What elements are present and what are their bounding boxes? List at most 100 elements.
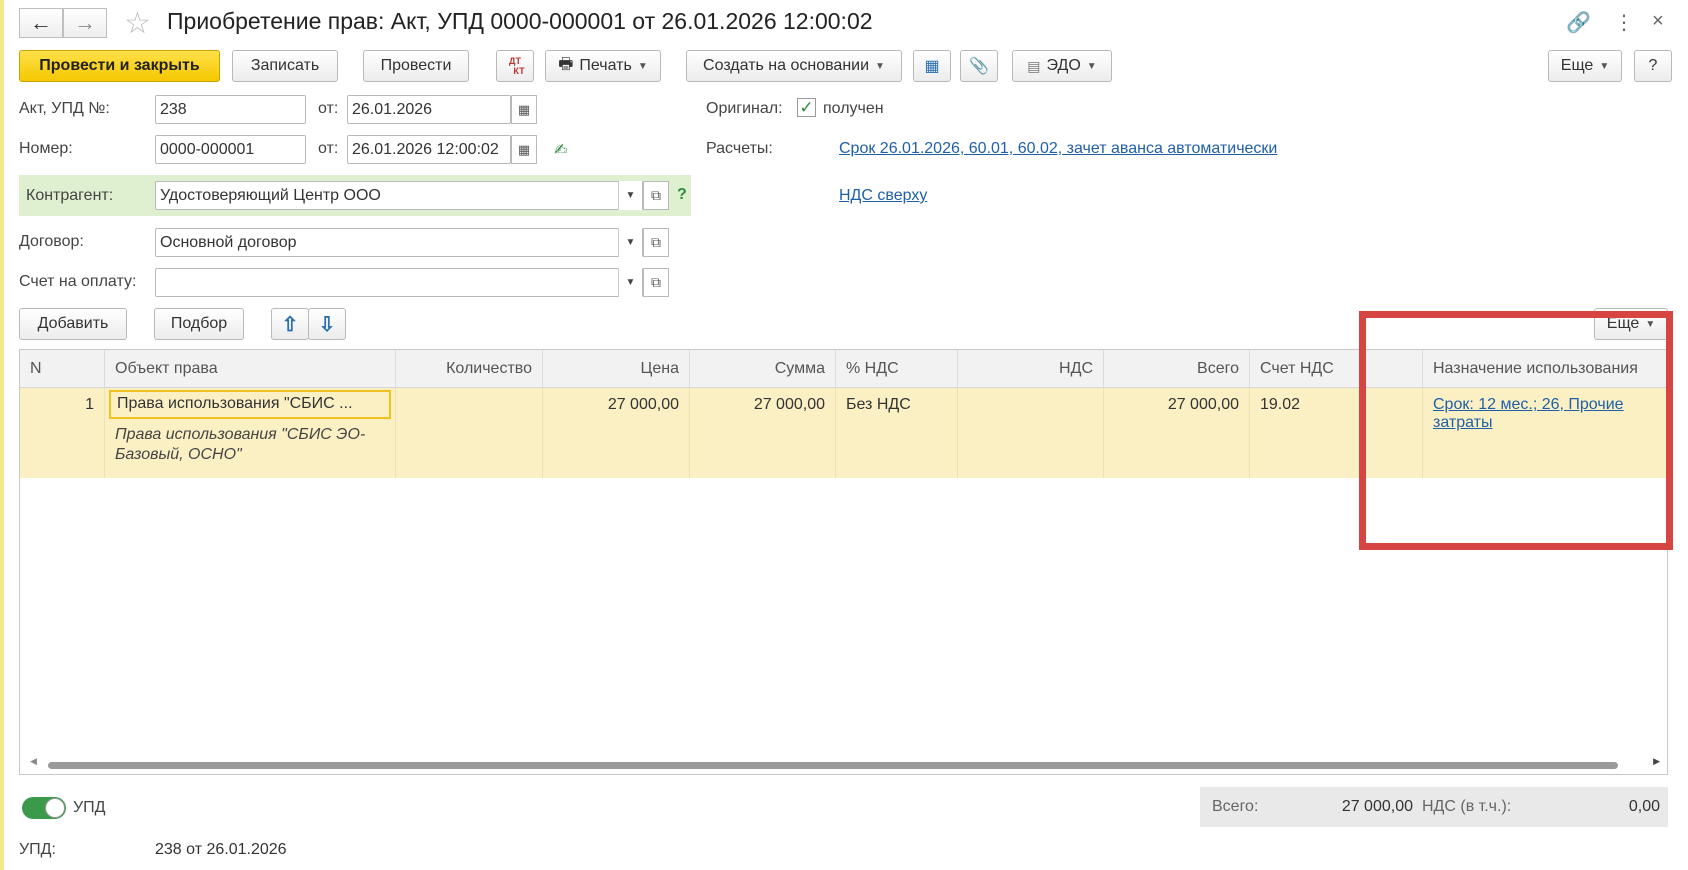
col-vat[interactable]: НДС <box>958 350 1104 388</box>
more-vertical-icon[interactable]: ⋮ <box>1614 10 1634 35</box>
object-value[interactable]: Права использования "СБИС ... <box>109 390 391 419</box>
attachments-button[interactable]: 📎 <box>960 50 998 82</box>
create-based-on-button[interactable]: Создать на основании ▼ <box>686 50 902 82</box>
forward-button[interactable]: → <box>63 8 107 38</box>
invoice-label: Счет на оплату: <box>19 273 137 290</box>
calendar-icon[interactable]: ▦ <box>511 95 537 124</box>
col-sum[interactable]: Сумма <box>690 350 836 388</box>
col-vat-rate[interactable]: % НДС <box>836 350 958 388</box>
structure-button[interactable]: ▦ <box>913 50 951 82</box>
cell-vat-rate[interactable]: Без НДС <box>836 388 958 478</box>
cell-price[interactable]: 27 000,00 <box>543 388 690 478</box>
arrow-right-icon: → <box>74 10 96 35</box>
chevron-down-icon: ▼ <box>637 60 648 72</box>
number-field[interactable]: 0000-000001 <box>155 135 306 164</box>
arrow-down-icon: ⇩ <box>318 313 336 336</box>
scroll-thumb[interactable] <box>48 762 1618 769</box>
window-left-edge <box>0 0 4 870</box>
chevron-down-icon[interactable]: ▼ <box>618 268 642 297</box>
chevron-down-icon: ▼ <box>875 60 885 72</box>
horizontal-scrollbar[interactable]: ◀ ▶ <box>30 756 1660 770</box>
total-value: 27 000,00 <box>1341 798 1413 815</box>
scroll-left-icon[interactable]: ◀ <box>30 756 37 767</box>
col-n[interactable]: N <box>20 350 105 388</box>
move-up-button[interactable]: ⇧ <box>271 308 309 340</box>
edit-check-icon[interactable]: ✍ <box>554 140 567 160</box>
hierarchy-icon: ▦ <box>924 58 940 75</box>
totals-panel: Всего: 27 000,00 НДС (в т.ч.): 0,00 <box>1200 787 1668 827</box>
annotation-highlight-box <box>1359 311 1673 550</box>
cell-object[interactable]: Права использования "СБИС ... Права испо… <box>105 388 396 478</box>
act-date-field[interactable]: 26.01.2026 <box>347 95 511 124</box>
col-quantity[interactable]: Количество <box>396 350 543 388</box>
number-date-from-label: от: <box>318 140 339 157</box>
act-number-field[interactable]: 238 <box>155 95 306 124</box>
post-button[interactable]: Провести <box>363 50 469 82</box>
edo-button[interactable]: ▤ ЭДО ▼ <box>1012 50 1112 82</box>
paperclip-icon: 📎 <box>969 58 989 75</box>
upd-value: 238 от 26.01.2026 <box>155 841 287 858</box>
total-label: Всего: <box>1212 798 1259 815</box>
vat-on-top-link[interactable]: НДС сверху <box>839 187 927 205</box>
object-description: Права использования "СБИС ЭО-Базовый, ОС… <box>115 426 366 463</box>
col-total[interactable]: Всего <box>1104 350 1250 388</box>
chevron-down-icon[interactable]: ▼ <box>618 228 642 257</box>
arrow-up-icon: ⇧ <box>281 313 299 336</box>
scroll-right-icon[interactable]: ▶ <box>1653 756 1660 767</box>
act-date-from-label: от: <box>318 100 339 117</box>
invoice-field[interactable] <box>155 268 643 297</box>
col-object[interactable]: Объект права <box>105 350 396 388</box>
close-icon[interactable]: × <box>1652 10 1664 33</box>
original-checkbox[interactable]: ✓ <box>797 98 816 117</box>
counterparty-help-icon[interactable]: ? <box>677 186 687 204</box>
link-icon[interactable]: 🔗 <box>1566 10 1591 35</box>
kt-icon: КТ <box>513 66 525 76</box>
counterparty-field[interactable]: Удостоверяющий Центр ООО <box>155 181 643 210</box>
cell-total[interactable]: 27 000,00 <box>1104 388 1250 478</box>
dt-kt-button[interactable]: ДТ КТ <box>496 50 534 82</box>
toggle-knob <box>45 798 65 818</box>
original-label: Оригинал: <box>706 100 783 117</box>
contract-label: Договор: <box>19 233 84 250</box>
settlements-label: Расчеты: <box>706 140 773 157</box>
cell-sum[interactable]: 27 000,00 <box>690 388 836 478</box>
contract-field[interactable]: Основной договор <box>155 228 643 257</box>
print-button[interactable]: 🖶 Печать ▼ <box>545 50 661 82</box>
vat-included-value: 0,00 <box>1628 798 1660 815</box>
page-title: Приобретение прав: Акт, УПД 0000-000001 … <box>167 8 873 34</box>
post-and-close-button[interactable]: Провести и закрыть <box>19 50 220 82</box>
move-down-button[interactable]: ⇩ <box>308 308 346 340</box>
dt-icon: ДТ <box>509 56 521 66</box>
chevron-down-icon: ▼ <box>1086 60 1097 72</box>
add-row-button[interactable]: Добавить <box>19 308 127 340</box>
vat-included-label: НДС (в т.ч.): <box>1422 798 1512 815</box>
upd-toggle-label: УПД <box>73 799 106 816</box>
favorite-star-icon[interactable]: ☆ <box>124 6 151 41</box>
help-button[interactable]: ? <box>1634 50 1672 82</box>
pick-button[interactable]: Подбор <box>154 308 244 340</box>
edo-icon: ▤ <box>1027 57 1041 74</box>
print-label: Печать <box>579 57 632 74</box>
act-number-label: Акт, УПД №: <box>19 100 110 117</box>
open-icon[interactable]: ⧉ <box>643 228 669 257</box>
cell-quantity[interactable] <box>396 388 543 478</box>
calendar-icon[interactable]: ▦ <box>511 135 537 164</box>
write-button[interactable]: Записать <box>232 50 338 82</box>
cell-vat[interactable] <box>958 388 1104 478</box>
edo-label: ЭДО <box>1046 57 1081 74</box>
upd-toggle[interactable] <box>22 797 66 819</box>
cell-n: 1 <box>20 388 105 478</box>
open-icon[interactable]: ⧉ <box>643 181 669 210</box>
more-button[interactable]: Еще ▼ <box>1548 50 1622 82</box>
chevron-down-icon[interactable]: ▼ <box>618 181 642 210</box>
arrow-left-icon: ← <box>30 10 52 35</box>
settlements-link[interactable]: Срок 26.01.2026, 60.01, 60.02, зачет ава… <box>839 140 1277 158</box>
create-based-label: Создать на основании <box>703 57 870 74</box>
number-date-field[interactable]: 26.01.2026 12:00:02 <box>347 135 511 164</box>
col-price[interactable]: Цена <box>543 350 690 388</box>
back-button[interactable]: ← <box>19 8 63 38</box>
upd-label: УПД: <box>19 841 56 858</box>
printer-icon: 🖶 <box>558 55 574 73</box>
number-label: Номер: <box>19 140 73 157</box>
open-icon[interactable]: ⧉ <box>643 268 669 297</box>
